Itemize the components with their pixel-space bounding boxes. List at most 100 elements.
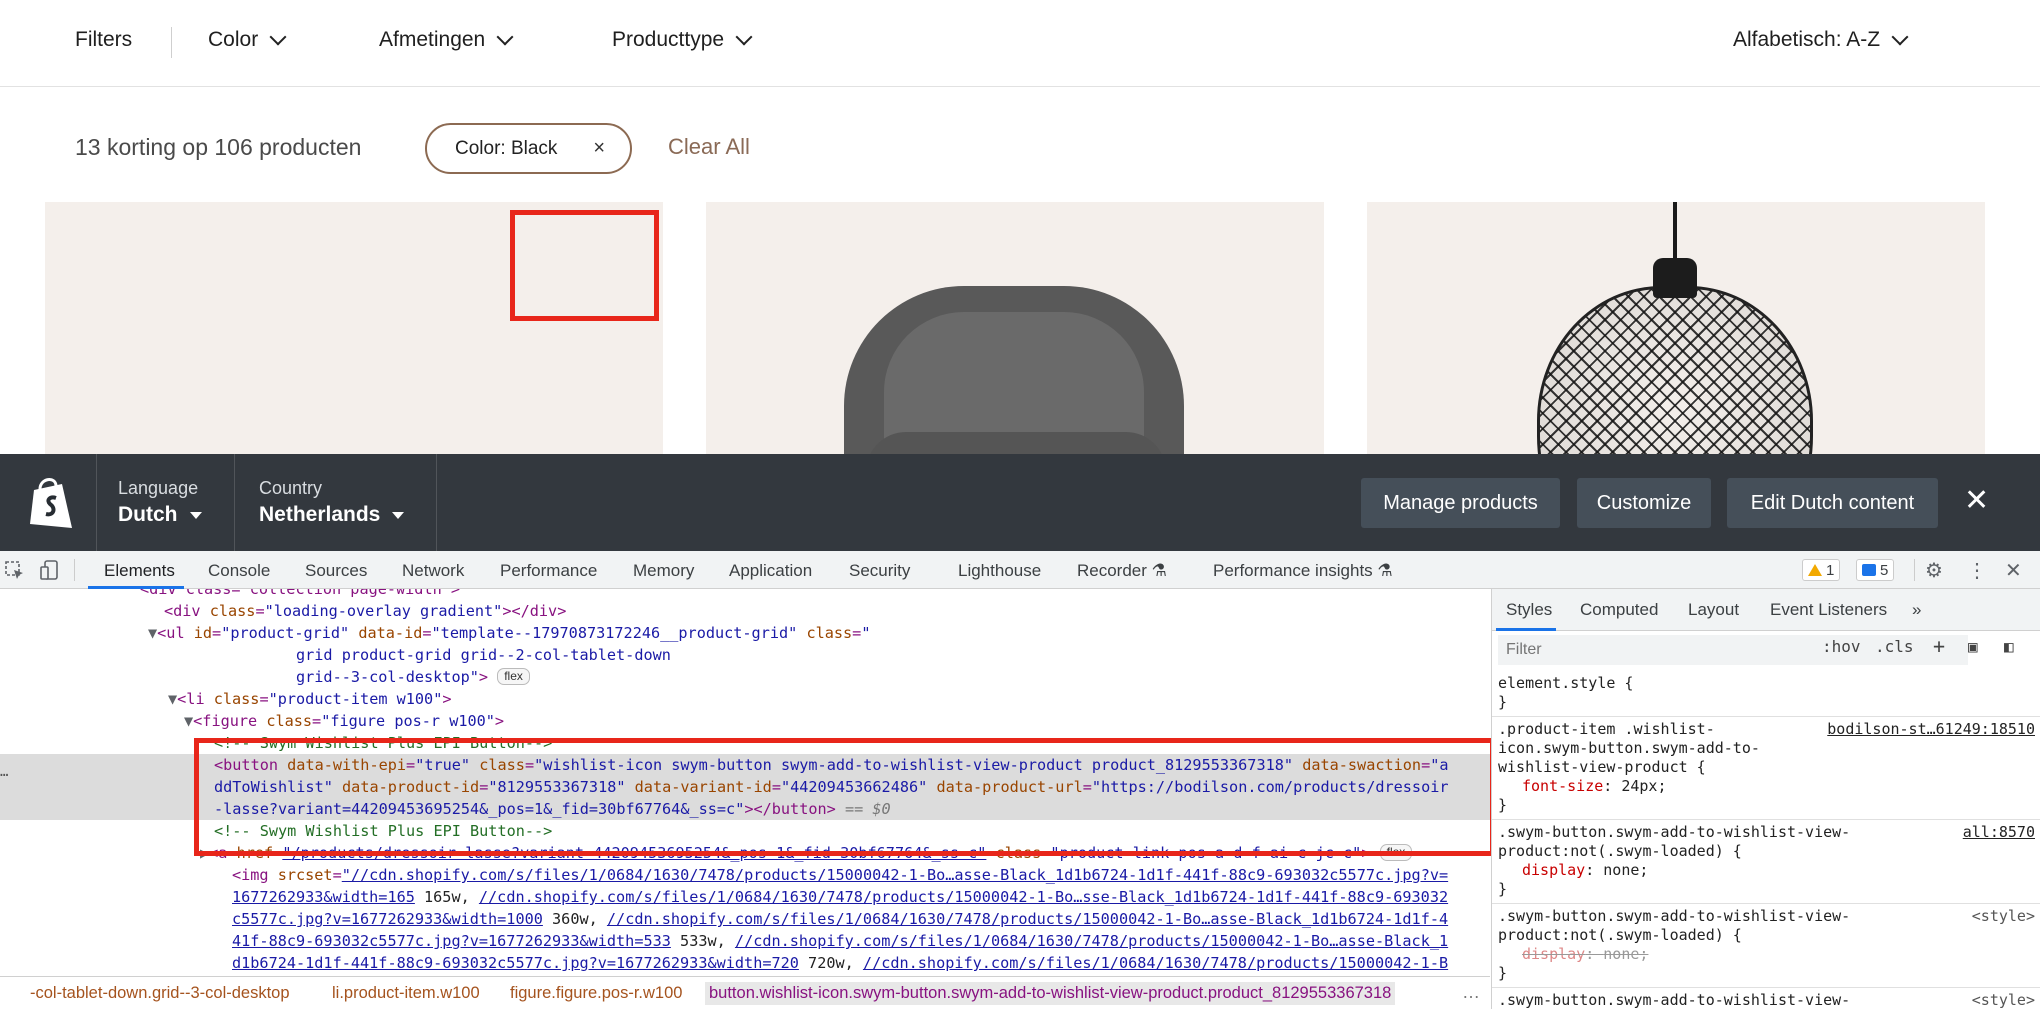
product-type-filter-label: Producttype: [612, 28, 725, 51]
lamp-image-cap: [1653, 258, 1697, 298]
language-value: Dutch: [118, 503, 178, 526]
active-filter-chip[interactable]: Color: Black ×: [425, 123, 632, 174]
breadcrumb-item[interactable]: li.product-item.w100: [332, 984, 480, 1003]
rule-source-link[interactable]: bodilson-st…61249:18510: [1827, 720, 2035, 739]
country-label: Country: [259, 478, 323, 498]
device-toolbar-icon[interactable]: [40, 560, 60, 580]
language-label: Language: [118, 478, 199, 498]
dimensions-filter-label: Afmetingen: [379, 28, 486, 51]
style-rule-element[interactable]: element.style { }: [1492, 671, 2040, 717]
tab-computed[interactable]: Computed: [1580, 600, 1658, 620]
breadcrumb-item[interactable]: -col-tablet-down.grid--3-col-desktop: [30, 984, 290, 1003]
hover-state-toggle[interactable]: :hov: [1822, 637, 1861, 656]
tab-performance[interactable]: Performance: [500, 561, 597, 581]
style-rule[interactable]: .swym-button.swym-add-to-wishlist-view- …: [1492, 820, 2040, 904]
warnings-count: 1: [1826, 561, 1835, 579]
close-icon[interactable]: ×: [593, 137, 605, 160]
tab-divider: [1914, 559, 1915, 581]
tab-sources[interactable]: Sources: [305, 561, 367, 581]
tab-performance-insights[interactable]: Performance insights ⚗: [1213, 561, 1393, 581]
rule-selector: .swym-button.swym-add-to-wishlist-view- …: [1498, 907, 1851, 944]
chip-label: Color: Black: [455, 137, 558, 159]
gear-icon[interactable]: ⚙: [1925, 558, 1943, 583]
chevron-down-icon: [1891, 28, 1909, 45]
filters-button[interactable]: Filters: [75, 28, 132, 52]
close-devtools-icon[interactable]: ✕: [2005, 558, 2022, 583]
paint-brush-icon[interactable]: ▣: [1968, 637, 1978, 656]
dom-node[interactable]: <div class="loading-overlay gradient"></…: [164, 600, 566, 622]
tab-lighthouse[interactable]: Lighthouse: [958, 561, 1041, 581]
breadcrumb-item-current[interactable]: button.wishlist-icon.swym-button.swym-ad…: [705, 982, 1396, 1005]
color-filter-dropdown[interactable]: Color: [208, 28, 287, 52]
messages-badge[interactable]: 5: [1856, 559, 1895, 581]
new-rule-icon[interactable]: +: [1933, 634, 1945, 658]
more-tabs-icon[interactable]: »: [1912, 600, 1921, 620]
sort-label: Alfabetisch: A-Z: [1733, 28, 1881, 51]
dom-node-cont: 1677262933&width=165 165w, //cdn.shopify…: [232, 888, 1449, 906]
node-menu-dots[interactable]: …: [0, 764, 8, 780]
style-rule[interactable]: .swym-button.swym-add-to-wishlist-view- …: [1492, 988, 2040, 1009]
product-card[interactable]: [1367, 202, 1985, 454]
tab-memory[interactable]: Memory: [633, 561, 694, 581]
breadcrumb-more[interactable]: …: [1462, 982, 1480, 1003]
styles-tab-bar: Styles Computed Layout Event Listeners »: [1492, 589, 2040, 631]
dom-node-cont: c5577c.jpg?v=1677262933&width=1000 360w,…: [232, 910, 1449, 928]
message-icon: [1862, 564, 1876, 576]
product-card[interactable]: [706, 202, 1324, 454]
language-selector[interactable]: Language Dutch: [118, 478, 202, 527]
breadcrumb-item[interactable]: figure.figure.pos-r.w100: [510, 984, 682, 1003]
sort-dropdown[interactable]: Alfabetisch: A-Z: [1733, 28, 1909, 52]
dom-node[interactable]: ▼<figure class="figure pos-r w100">: [184, 710, 504, 732]
rule-source: <style>: [1971, 991, 2035, 1009]
edit-content-button[interactable]: Edit Dutch content: [1727, 478, 1938, 528]
inspect-element-icon[interactable]: [5, 561, 25, 581]
tab-elements[interactable]: Elements: [104, 561, 175, 581]
manage-products-button[interactable]: Manage products: [1361, 478, 1560, 528]
class-toggle[interactable]: .cls: [1875, 637, 1914, 656]
style-rules: element.style { } .product-item .wishlis…: [1492, 671, 2040, 1009]
flex-badge[interactable]: flex: [497, 668, 530, 685]
dom-node[interactable]: ▼<ul id="product-grid" data-id="template…: [148, 622, 870, 644]
style-rule[interactable]: .product-item .wishlist- icon.swym-butto…: [1492, 717, 2040, 820]
more-vertical-icon[interactable]: ⋮: [1967, 558, 1987, 583]
tab-security[interactable]: Security: [849, 561, 910, 581]
flask-icon: ⚗: [1377, 561, 1393, 580]
active-tab-indicator: [1496, 628, 1556, 631]
shopify-logo-icon: [30, 478, 72, 528]
toggle-sidebar-icon[interactable]: ◧: [2004, 637, 2014, 656]
dom-node[interactable]: ▼<li class="product-item w100">: [168, 688, 452, 710]
clear-all-link[interactable]: Clear All: [668, 134, 750, 160]
close-icon[interactable]: ✕: [1964, 486, 1989, 516]
country-selector[interactable]: Country Netherlands: [259, 478, 405, 527]
dimensions-filter-dropdown[interactable]: Afmetingen: [379, 28, 514, 52]
tab-network[interactable]: Network: [402, 561, 464, 581]
customize-button[interactable]: Customize: [1577, 478, 1711, 528]
admin-divider: [96, 454, 97, 551]
chevron-down-icon: [496, 28, 514, 45]
lamp-image: [1537, 286, 1813, 454]
dom-node-cont: 41f-88c9-693032c5577c.jpg?v=1677262933&w…: [232, 932, 1449, 950]
tab-recorder[interactable]: Recorder ⚗: [1077, 561, 1167, 581]
dom-node-cont: d1b6724-1d1f-441f-88c9-693032c5577c.jpg?…: [232, 954, 1449, 972]
style-rule[interactable]: .swym-button.swym-add-to-wishlist-view- …: [1492, 904, 2040, 988]
tab-event-listeners[interactable]: Event Listeners: [1770, 600, 1887, 620]
rule-source-link[interactable]: all:8570: [1963, 823, 2035, 842]
dom-node[interactable]: <div class="collection page-width">: [140, 589, 460, 600]
tab-styles[interactable]: Styles: [1506, 600, 1552, 620]
tab-layout[interactable]: Layout: [1688, 600, 1739, 620]
dom-node[interactable]: <img srcset="//cdn.shopify.com/s/files/1…: [232, 864, 1448, 886]
tab-application[interactable]: Application: [729, 561, 812, 581]
caret-down-icon: [189, 511, 202, 519]
filters-label: Filters: [75, 28, 133, 51]
tab-recorder-label: Recorder: [1077, 561, 1147, 580]
dom-node-cont: grid--3-col-desktop"> flex: [296, 666, 530, 688]
chevron-down-icon: [269, 28, 287, 45]
warnings-badge[interactable]: 1: [1802, 559, 1841, 581]
tab-console[interactable]: Console: [208, 561, 270, 581]
tab-performance-insights-label: Performance insights: [1213, 561, 1373, 580]
dom-node-cont: grid product-grid grid--2-col-tablet-dow…: [296, 646, 671, 664]
messages-count: 5: [1880, 561, 1889, 579]
lamp-image-cord: [1673, 202, 1677, 262]
product-type-filter-dropdown[interactable]: Producttype: [612, 28, 753, 52]
styles-panel: Styles Computed Layout Event Listeners »…: [1491, 589, 2040, 1009]
